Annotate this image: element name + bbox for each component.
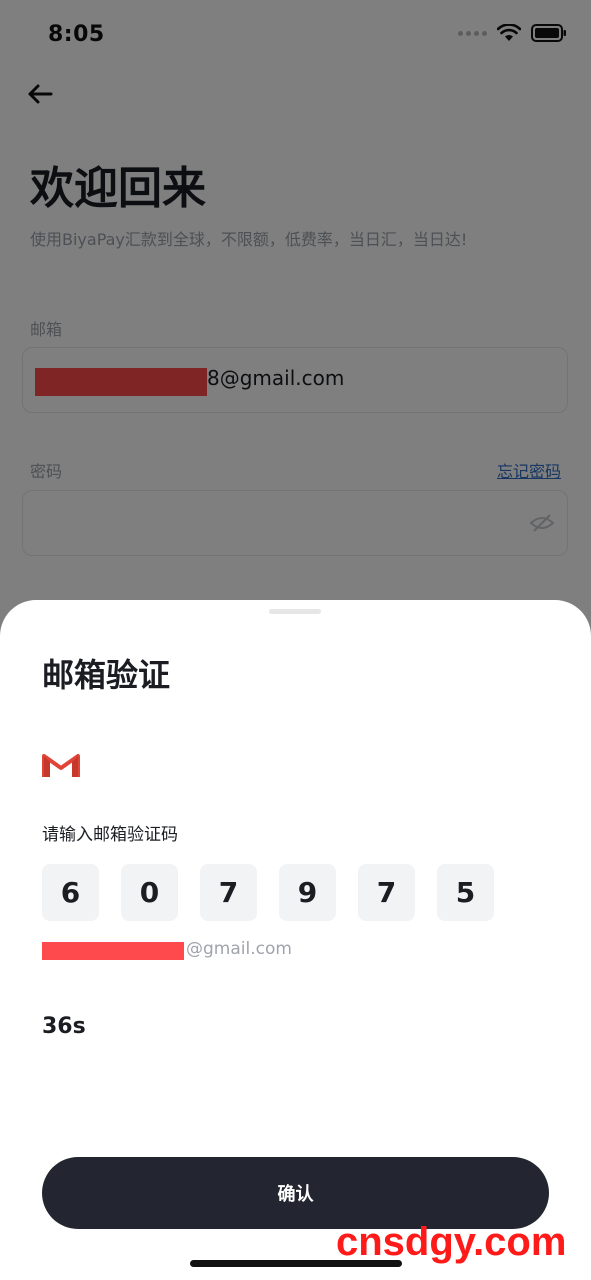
- gmail-icon: [42, 753, 80, 778]
- email-verification-sheet: 邮箱验证 请输入邮箱验证码 6 0 7 9 7 5 @gmail.com 36s…: [0, 600, 591, 1280]
- home-indicator: [190, 1260, 402, 1267]
- sheet-title: 邮箱验证: [42, 656, 171, 694]
- email-redaction: [42, 942, 184, 960]
- code-digit[interactable]: 5: [437, 864, 494, 921]
- watermark: cnsdgy.com: [336, 1220, 567, 1264]
- confirm-button[interactable]: 确认: [42, 1157, 549, 1229]
- resend-countdown[interactable]: 36s: [42, 1014, 86, 1039]
- code-prompt: 请输入邮箱验证码: [42, 825, 178, 845]
- code-digit[interactable]: 6: [42, 864, 99, 921]
- target-email: @gmail.com: [186, 939, 292, 959]
- code-digit[interactable]: 0: [121, 864, 178, 921]
- code-digit[interactable]: 9: [279, 864, 336, 921]
- sheet-drag-handle[interactable]: [269, 609, 321, 614]
- code-digit[interactable]: 7: [200, 864, 257, 921]
- code-digit[interactable]: 7: [358, 864, 415, 921]
- verification-code-input[interactable]: 6 0 7 9 7 5: [42, 864, 494, 921]
